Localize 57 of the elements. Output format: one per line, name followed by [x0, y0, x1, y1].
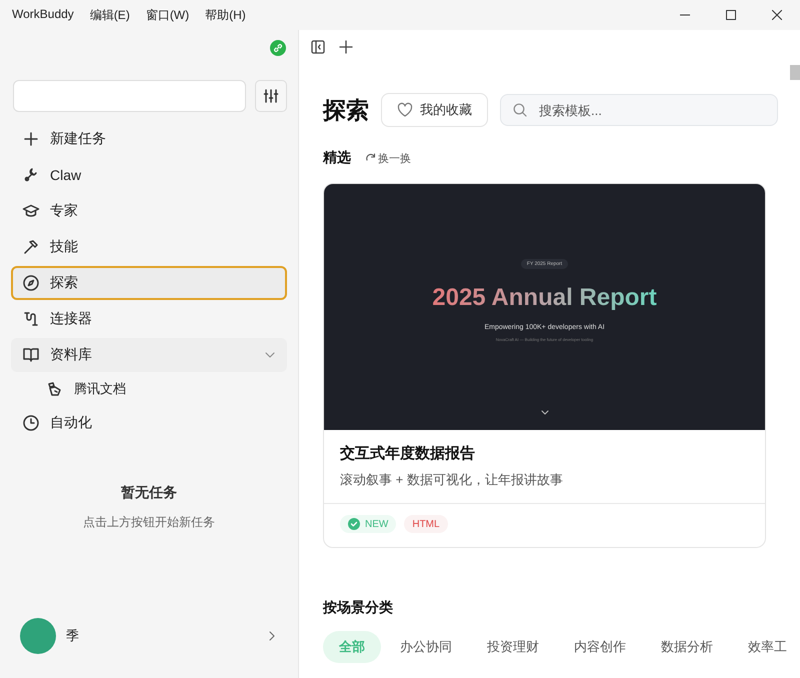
plus-icon — [22, 130, 40, 148]
format-tag: HTML — [404, 515, 448, 533]
hammer-icon — [22, 238, 40, 256]
favorites-button[interactable]: 我的收藏 — [381, 93, 488, 127]
search-field[interactable] — [13, 80, 246, 112]
avatar — [20, 618, 56, 654]
user-profile[interactable]: 季 — [11, 616, 287, 656]
sidebar-item[interactable]: 自动化 — [11, 406, 287, 440]
search-icon — [513, 103, 527, 117]
sliders-icon — [263, 88, 279, 104]
filter-button[interactable] — [255, 80, 287, 112]
refresh-icon — [365, 152, 376, 164]
connector-icon — [22, 310, 40, 328]
menu-item[interactable]: 窗口(W) — [146, 6, 190, 24]
maximize-icon — [726, 10, 736, 20]
category-tab[interactable]: 投资理财 — [471, 631, 555, 663]
plus-icon — [339, 40, 353, 54]
section-heading: 精选 — [323, 149, 351, 167]
user-name: 季 — [66, 627, 79, 645]
clock-icon — [22, 414, 40, 432]
card-title: 交互式年度数据报告 — [340, 444, 476, 463]
chevron-down-icon — [540, 410, 548, 416]
sidebar-toggle-button[interactable] — [309, 38, 327, 56]
sidebar-item[interactable]: 专家 — [11, 194, 287, 228]
chevron-right-icon — [267, 631, 277, 641]
category-tab[interactable]: 效率工 — [732, 631, 800, 663]
sidebar-item[interactable]: 探索 — [11, 266, 287, 300]
book-icon — [22, 346, 40, 364]
close-icon — [772, 10, 782, 20]
search-input[interactable]: 搜索模板... — [537, 102, 765, 118]
menu-item[interactable]: 帮助(H) — [205, 6, 246, 24]
menu-item[interactable]: 编辑(E) — [90, 6, 130, 24]
sidebar-item[interactable]: 腾讯文档 — [11, 374, 287, 404]
sidebar-item[interactable]: 技能 — [11, 230, 287, 264]
new-tag: NEW — [340, 515, 396, 533]
empty-state-hint: 点击上方按钮开始新任务 — [82, 514, 216, 531]
sidebar-icon — [311, 40, 325, 54]
scrollbar-thumb[interactable] — [790, 65, 800, 80]
sidebar-item[interactable]: Claw — [11, 158, 287, 192]
page-title: 探索 — [323, 96, 369, 124]
category-tab[interactable]: 数据分析 — [645, 631, 729, 663]
sidebar-item[interactable]: 资料库 — [11, 338, 287, 372]
link-icon — [273, 43, 283, 53]
check-circle-icon — [348, 518, 360, 530]
app-name: WorkBuddy — [12, 6, 74, 22]
sidebar-item[interactable]: 新建任务 — [11, 122, 287, 156]
empty-state-title: 暂无任务 — [120, 484, 178, 502]
category-tab[interactable]: 内容创作 — [558, 631, 642, 663]
sidebar-item[interactable]: 连接器 — [11, 302, 287, 336]
heart-icon — [397, 102, 413, 118]
card-description: 滚动叙事 + 数据可视化，让年报讲故事 — [340, 471, 564, 489]
refresh-button[interactable]: 换一换 — [365, 150, 411, 166]
compass-icon — [22, 274, 40, 292]
category-tab[interactable]: 办公协同 — [384, 631, 468, 663]
section-heading: 按场景分类 — [323, 599, 394, 617]
new-tab-button[interactable] — [337, 38, 355, 56]
template-search-field[interactable]: 搜索模板... — [500, 94, 778, 126]
